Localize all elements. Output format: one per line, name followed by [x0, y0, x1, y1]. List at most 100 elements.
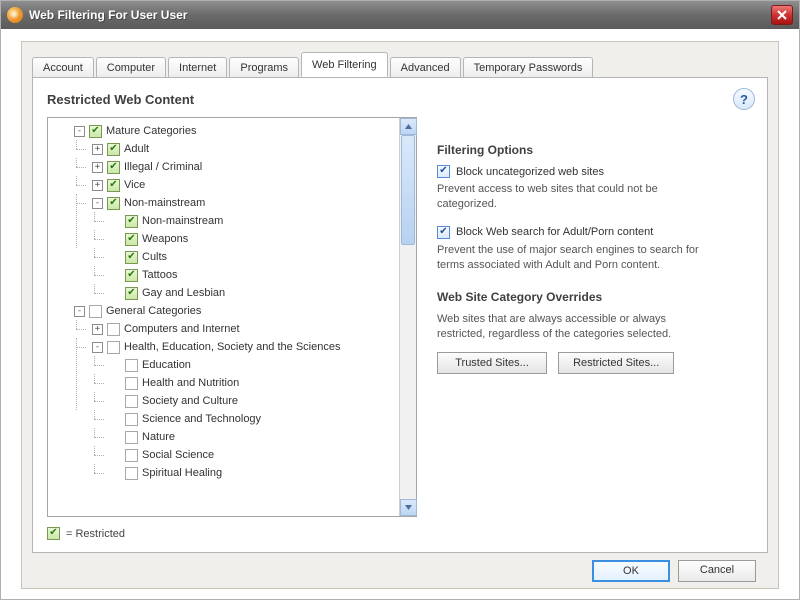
category-label[interactable]: Weapons — [142, 233, 188, 245]
collapse-icon[interactable]: - — [92, 198, 103, 209]
ok-button[interactable]: OK — [592, 560, 670, 582]
tree-row: Science and Technology — [106, 410, 399, 428]
block-adult-search-label[interactable]: Block Web search for Adult/Porn content — [456, 226, 653, 238]
expand-icon[interactable]: + — [92, 162, 103, 173]
chevron-up-icon — [405, 124, 412, 129]
expander-placeholder — [110, 396, 121, 407]
category-checkbox[interactable] — [125, 269, 138, 282]
category-label[interactable]: Social Science — [142, 449, 214, 461]
tab-web-filtering[interactable]: Web Filtering — [301, 52, 388, 77]
category-checkbox[interactable] — [125, 251, 138, 264]
category-label[interactable]: Gay and Lesbian — [142, 287, 225, 299]
block-adult-search-checkbox[interactable] — [437, 226, 450, 239]
category-label[interactable]: Science and Technology — [142, 413, 261, 425]
scroll-thumb[interactable] — [401, 135, 415, 245]
category-label[interactable]: Health, Education, Society and the Scien… — [124, 341, 340, 353]
category-checkbox[interactable] — [107, 341, 120, 354]
tree-row: - Health, Education, Society and the Scie… — [88, 338, 399, 356]
block-uncategorized-checkbox[interactable] — [437, 165, 450, 178]
panel-heading: Restricted Web Content — [47, 92, 753, 107]
category-label[interactable]: General Categories — [106, 305, 201, 317]
trusted-sites-button[interactable]: Trusted Sites... — [437, 352, 547, 374]
tree-row: - General Categories — [70, 302, 399, 320]
tree-node: Spiritual Healing — [106, 464, 399, 482]
tree-row: Health and Nutrition — [106, 374, 399, 392]
tree-node: Weapons — [106, 230, 399, 248]
category-label[interactable]: Nature — [142, 431, 175, 443]
tree-row: Social Science — [106, 446, 399, 464]
category-checkbox[interactable] — [125, 413, 138, 426]
category-label[interactable]: Vice — [124, 179, 145, 191]
cancel-button[interactable]: Cancel — [678, 560, 756, 582]
category-label[interactable]: Health and Nutrition — [142, 377, 239, 389]
category-checkbox[interactable] — [125, 233, 138, 246]
tree-node: - General Categories+ Computers and Intern… — [70, 302, 399, 482]
tree-node: Society and Culture — [106, 392, 399, 410]
category-checkbox[interactable] — [125, 395, 138, 408]
window-title: Web Filtering For User User — [29, 8, 771, 22]
expand-icon[interactable]: + — [92, 324, 103, 335]
tree-row: Society and Culture — [106, 392, 399, 410]
category-checkbox[interactable] — [107, 197, 120, 210]
tree-node: + Illegal / Criminal — [88, 158, 399, 176]
category-checkbox[interactable] — [125, 449, 138, 462]
content-area: AccountComputerInternetProgramsWeb Filte… — [21, 41, 779, 589]
category-checkbox[interactable] — [107, 323, 120, 336]
category-label[interactable]: Computers and Internet — [124, 323, 240, 335]
category-checkbox[interactable] — [125, 467, 138, 480]
help-button[interactable]: ? — [733, 88, 755, 110]
expand-icon[interactable]: + — [92, 180, 103, 191]
category-checkbox[interactable] — [107, 179, 120, 192]
category-label[interactable]: Spiritual Healing — [142, 467, 222, 479]
collapse-icon[interactable]: - — [74, 126, 85, 137]
category-label[interactable]: Non-mainstream — [124, 197, 205, 209]
legend-checkbox-icon — [47, 527, 60, 540]
tab-internet[interactable]: Internet — [168, 57, 227, 78]
tree-node: Science and Technology — [106, 410, 399, 428]
scroll-up-button[interactable] — [400, 118, 417, 135]
tab-computer[interactable]: Computer — [96, 57, 166, 78]
expander-placeholder — [110, 234, 121, 245]
expander-placeholder — [110, 252, 121, 263]
category-checkbox[interactable] — [107, 143, 120, 156]
category-checkbox[interactable] — [107, 161, 120, 174]
tab-account[interactable]: Account — [32, 57, 94, 78]
category-label[interactable]: Society and Culture — [142, 395, 238, 407]
category-label[interactable]: Education — [142, 359, 191, 371]
legend-label: = Restricted — [66, 528, 125, 540]
scroll-track[interactable] — [400, 135, 416, 499]
tab-programs[interactable]: Programs — [229, 57, 299, 78]
category-label[interactable]: Non-mainstream — [142, 215, 223, 227]
tab-temporary-passwords[interactable]: Temporary Passwords — [463, 57, 594, 78]
close-button[interactable] — [771, 5, 793, 25]
tree-row: - Mature Categories — [70, 122, 399, 140]
help-icon: ? — [740, 92, 748, 107]
tree-row: Spiritual Healing — [106, 464, 399, 482]
tree-node: Health and Nutrition — [106, 374, 399, 392]
tree-node: Education — [106, 356, 399, 374]
category-checkbox[interactable] — [89, 305, 102, 318]
tree-node: + Vice — [88, 176, 399, 194]
expander-placeholder — [110, 378, 121, 389]
tab-advanced[interactable]: Advanced — [390, 57, 461, 78]
category-checkbox[interactable] — [125, 215, 138, 228]
category-checkbox[interactable] — [89, 125, 102, 138]
category-label[interactable]: Cults — [142, 251, 167, 263]
collapse-icon[interactable]: - — [92, 342, 103, 353]
category-checkbox[interactable] — [125, 287, 138, 300]
block-uncategorized-label[interactable]: Block uncategorized web sites — [456, 166, 604, 178]
category-label[interactable]: Adult — [124, 143, 149, 155]
expand-icon[interactable]: + — [92, 144, 103, 155]
tree-row: Cults — [106, 248, 399, 266]
category-label[interactable]: Mature Categories — [106, 125, 197, 137]
tree-row: + Vice — [88, 176, 399, 194]
restricted-sites-button[interactable]: Restricted Sites... — [558, 352, 674, 374]
category-checkbox[interactable] — [125, 359, 138, 372]
scroll-down-button[interactable] — [400, 499, 417, 516]
category-label[interactable]: Illegal / Criminal — [124, 161, 202, 173]
category-checkbox[interactable] — [125, 431, 138, 444]
collapse-icon[interactable]: - — [74, 306, 85, 317]
category-checkbox[interactable] — [125, 377, 138, 390]
category-label[interactable]: Tattoos — [142, 269, 177, 281]
tree-scrollbar[interactable] — [399, 118, 416, 516]
